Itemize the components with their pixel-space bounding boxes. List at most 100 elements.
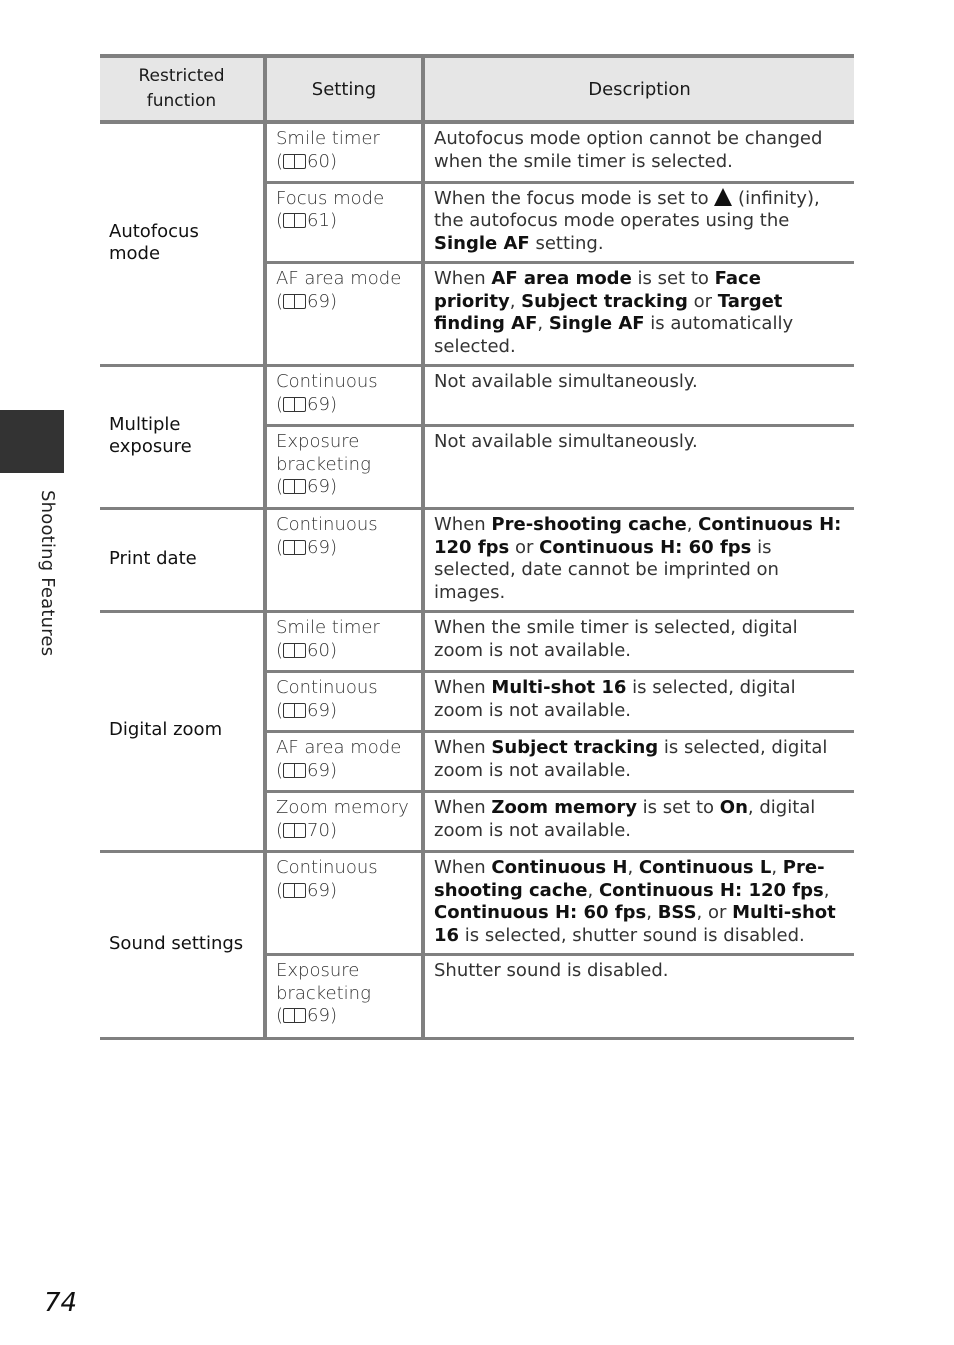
description-text: When the focus mode is set to	[434, 187, 715, 209]
reference-page-number: 69	[307, 476, 330, 497]
book-reference-icon	[283, 762, 307, 778]
setting-name: Zoom memory	[276, 797, 409, 818]
reference-page-number: 69	[307, 759, 330, 781]
reference-page-number: 69	[307, 1005, 330, 1026]
page-reference-link[interactable]: (69)	[276, 880, 337, 901]
description-text: ,	[587, 879, 599, 901]
description-text: is set to	[636, 797, 720, 818]
book-reference-icon	[283, 642, 307, 658]
restricted-function-cell: Digital zoom	[100, 611, 267, 853]
description-text: When	[434, 677, 492, 698]
setting-cell: AF area mode(69)	[265, 262, 425, 367]
table-row: Sound settings Continuous(69) When Continu…	[100, 851, 854, 1040]
setting-cell: Smile timer(60)	[265, 122, 425, 184]
setting-name: AF area mode	[276, 737, 402, 758]
description-text: When	[434, 797, 492, 818]
setting-name: AF area mode	[276, 268, 402, 289]
setting-cell: Continuous(69)	[265, 671, 425, 733]
page-reference-link[interactable]: (69)	[276, 537, 337, 558]
book-reference-icon	[283, 293, 307, 309]
setting-cell: Continuous(69)	[265, 365, 425, 427]
book-reference-icon	[283, 153, 307, 169]
description-text: ,	[537, 313, 549, 334]
setting-cell: Zoom memory(70)	[265, 791, 425, 853]
table-header-row: Restricted function Setting Description	[100, 54, 854, 124]
setting-name: Continuous	[276, 371, 378, 392]
description-text: Not available simultaneously.	[434, 431, 698, 452]
restricted-function-cell: Multiple exposure	[100, 365, 267, 510]
setting-name: Smile timer	[276, 617, 380, 638]
page-reference-link[interactable]: (60)	[276, 151, 337, 172]
page-reference-link[interactable]: (70)	[276, 820, 337, 841]
reference-page-number: 61	[307, 210, 330, 231]
description-text: Autofocus mode option cannot be changed …	[434, 128, 823, 172]
description-cell: Shutter sound is disabled.	[423, 954, 854, 1040]
page-reference-link[interactable]: (61)	[276, 210, 337, 231]
table-row: Autofocus mode Smile timer(60) Autofocus m…	[100, 122, 854, 367]
restricted-function-cell: Print date	[100, 508, 267, 613]
page-reference-link[interactable]: (69)	[276, 394, 337, 415]
description-text: ,	[686, 514, 699, 535]
description-cell: When the smile timer is selected, digita…	[423, 611, 854, 673]
description-text: When	[434, 737, 492, 758]
bold-term: On	[719, 797, 748, 818]
restricted-function-cell: Autofocus mode	[100, 122, 267, 367]
page-reference-link[interactable]: (69)	[276, 476, 337, 497]
setting-name: Smile timer	[276, 128, 380, 149]
description-cell: When Zoom memory is set to On, digital z…	[423, 791, 854, 853]
description-text: or	[509, 536, 540, 558]
description-text: or	[687, 290, 718, 312]
description-cell: When AF area mode is set to Face priorit…	[423, 262, 854, 367]
bold-term: Pre-shooting cache	[491, 514, 687, 535]
setting-cell: Exposure bracketing(69)	[265, 425, 425, 510]
description-cell: When Subject tracking is selected, digit…	[423, 731, 854, 793]
table-row: Digital zoom Smile timer(60) When the smil…	[100, 611, 854, 853]
setting-name: Continuous	[276, 857, 378, 878]
book-reference-icon	[283, 1008, 307, 1023]
description-cell: When Pre-shooting cache, Continuous H: 1…	[423, 508, 854, 613]
page-reference-link[interactable]: (69)	[276, 1005, 337, 1026]
bold-term: Multi-shot 16	[491, 677, 627, 698]
book-reference-icon	[283, 479, 307, 494]
bold-term: Subject tracking	[521, 290, 688, 312]
bold-term: BSS	[657, 902, 697, 923]
table-body: Autofocus mode Smile timer(60) Autofocus m…	[100, 122, 854, 1040]
bold-term: Continuous H: 60 fps	[434, 902, 647, 923]
bold-term: Continuous H	[491, 857, 628, 878]
reference-page-number: 69	[307, 290, 330, 312]
setting-name: Continuous	[276, 677, 378, 698]
description-text: ,	[771, 857, 783, 878]
chapter-tab-marker	[0, 410, 64, 473]
header-setting: Setting	[265, 54, 425, 124]
setting-name: Continuous	[276, 514, 378, 535]
setting-name: Exposure bracketing	[276, 431, 371, 475]
bold-term: Single AF	[548, 313, 645, 334]
reference-page-number: 60	[307, 150, 330, 172]
description-text: setting.	[529, 232, 604, 254]
book-reference-icon	[283, 702, 307, 718]
reference-page-number: 69	[307, 536, 330, 558]
setting-cell: Exposure bracketing(69)	[265, 954, 425, 1040]
bold-term: Continuous H: 60 fps	[539, 536, 752, 558]
book-reference-icon	[283, 822, 307, 838]
restricted-function-cell: Sound settings	[100, 851, 267, 1040]
description-text: When the smile timer is selected, digita…	[434, 617, 798, 661]
description-text: is set to	[631, 268, 715, 289]
restrictions-table: Restricted function Setting Description …	[100, 54, 854, 1040]
page-reference-link[interactable]: (69)	[276, 291, 337, 312]
description-cell: When Multi-shot 16 is selected, digital …	[423, 671, 854, 733]
bold-term: Continuous H: 120 fps	[598, 879, 824, 901]
page-reference-link[interactable]: (69)	[276, 760, 337, 781]
page-reference-link[interactable]: (69)	[276, 700, 337, 721]
setting-name: Exposure bracketing	[276, 960, 371, 1004]
description-text: When	[434, 514, 492, 535]
bold-term: Subject tracking	[491, 737, 659, 758]
reference-page-number: 69	[307, 699, 330, 721]
description-text: is selected, shutter sound is disabled.	[459, 924, 805, 946]
description-text: ,	[823, 879, 830, 901]
description-text: Not available simultaneously.	[434, 371, 698, 392]
table-row: Multiple exposure Continuous(69) Not avail…	[100, 365, 854, 510]
reference-page-number: 69	[307, 879, 330, 901]
header-restricted-function: Restricted function	[100, 54, 267, 124]
page-reference-link[interactable]: (60)	[276, 640, 337, 661]
